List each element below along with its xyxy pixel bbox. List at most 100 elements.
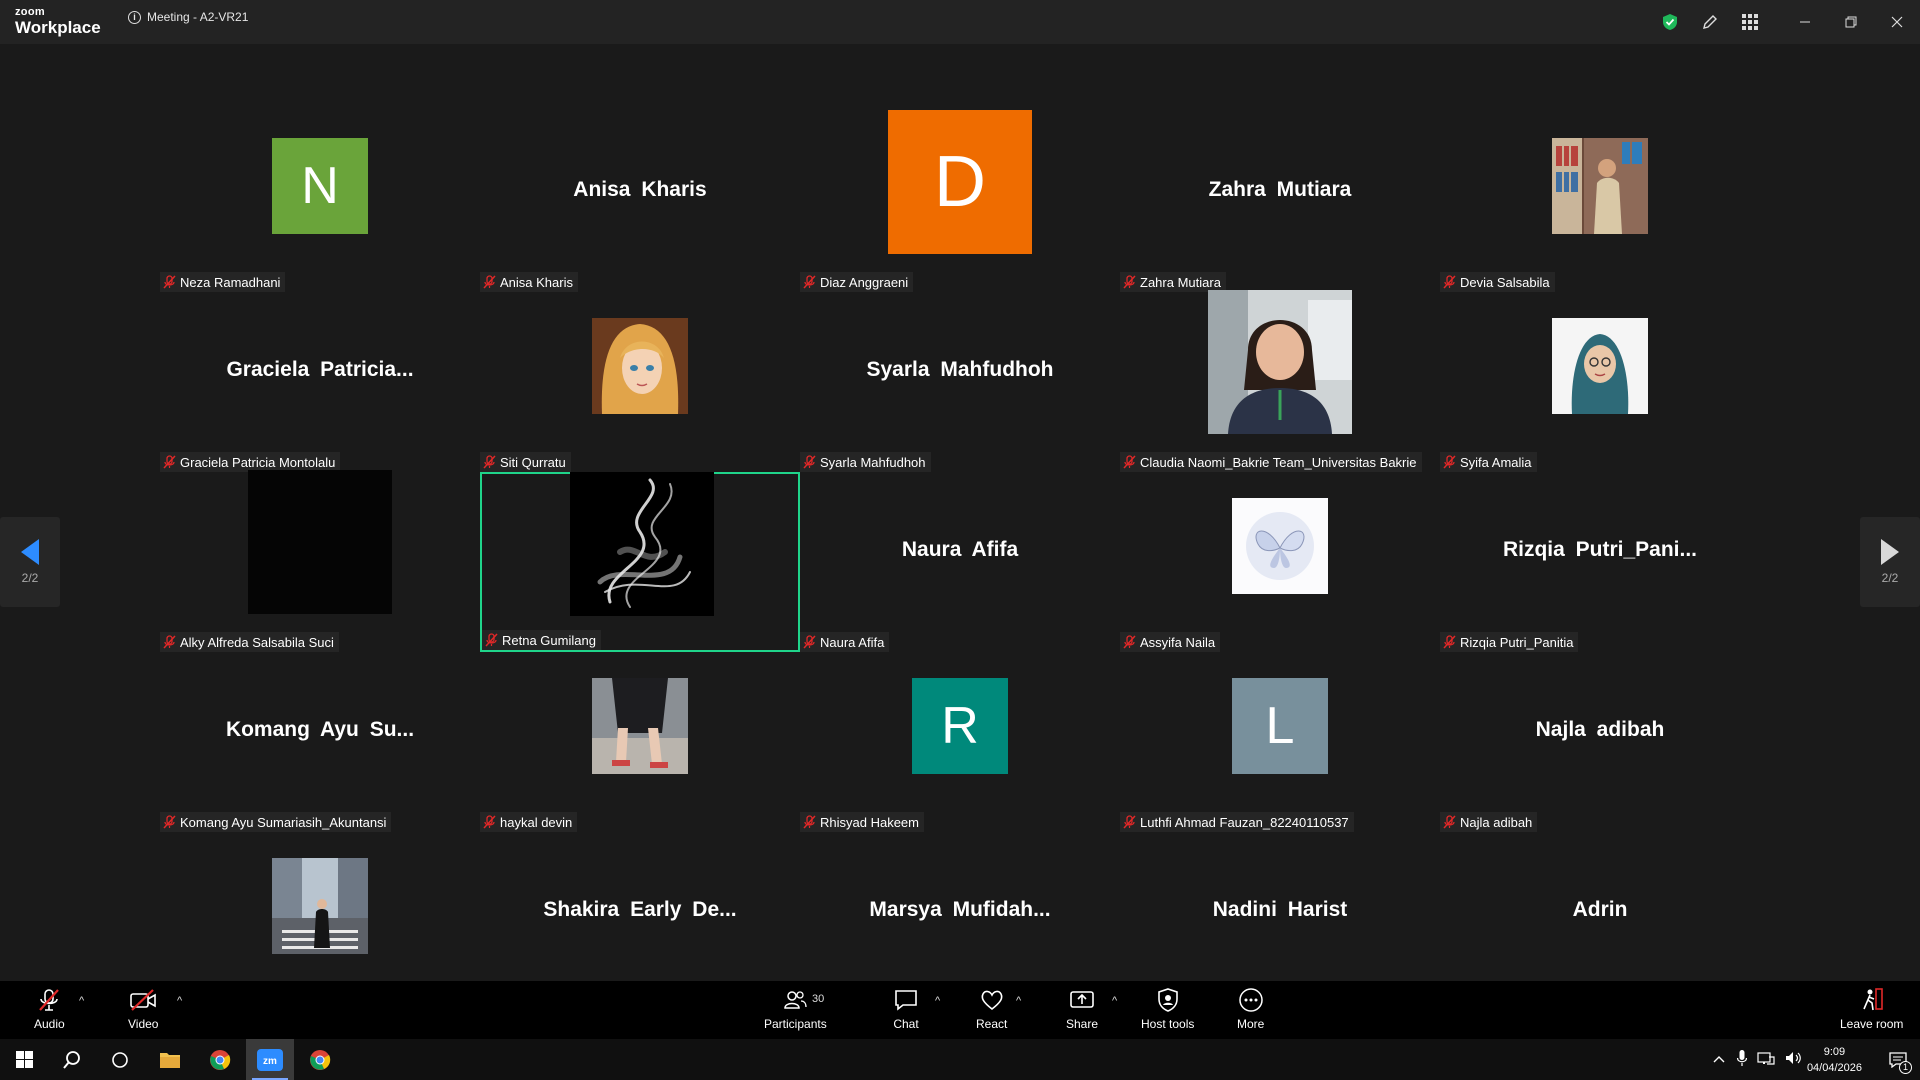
notification-count: 1 <box>1899 1061 1912 1074</box>
chat-icon <box>895 990 917 1011</box>
participant-name: Syarla Mahfudhoh <box>820 454 926 470</box>
previous-page-button[interactable]: 2/2 <box>0 517 60 607</box>
meeting-title: Meeting - A2-VR21 <box>147 10 249 24</box>
participant-display-name: Adrin <box>1572 898 1628 921</box>
participant-name: Rizqia Putri_Panitia <box>1460 634 1574 650</box>
participant-tile[interactable]: L Luthfi Ahmad Fauzan_82240110537 <box>1120 652 1440 832</box>
participant-tile[interactable]: N Neza Ramadhani <box>160 112 480 292</box>
participant-tile[interactable]: Rizqia Putri_Pani... Rizqia Putri_Panitia <box>1440 472 1760 652</box>
title-bar: zoom Workplace i Meeting - A2-VR21 <box>0 0 1920 44</box>
zoom-taskbar-icon[interactable]: zm <box>246 1039 294 1080</box>
participant-tile[interactable]: Syarla Mahfudhoh Syarla Mahfudhoh <box>800 292 1120 472</box>
restore-button[interactable] <box>1828 0 1874 44</box>
heart-icon <box>981 990 1003 1011</box>
participant-tile[interactable]: Retna Gumilang <box>480 472 800 652</box>
next-page-button[interactable]: 2/2 <box>1860 517 1920 607</box>
participant-photo <box>592 678 688 774</box>
file-explorer-icon[interactable] <box>146 1039 194 1080</box>
participant-photo <box>1552 138 1648 234</box>
search-icon[interactable] <box>48 1039 96 1080</box>
participant-tile[interactable]: Anisa Kharis Anisa Kharis <box>480 112 800 292</box>
host-tools-button[interactable]: Host tools <box>1141 987 1194 1031</box>
more-icon <box>1238 988 1263 1012</box>
microphone-icon[interactable] <box>1736 1050 1748 1069</box>
participant-name: Neza Ramadhani <box>180 274 281 290</box>
participant-tile[interactable]: Zahra Mutiara Zahra Mutiara <box>1120 112 1440 292</box>
minimize-button[interactable] <box>1782 0 1828 44</box>
participant-tile[interactable]: Komang Ayu Su... Komang Ayu Sumariasih_Ak… <box>160 652 480 832</box>
participant-name-tag: Rhisyad Hakeem <box>800 812 924 832</box>
participant-tile[interactable]: Graciela Patricia... Graciela Patricia Mo… <box>160 292 480 472</box>
participant-tile[interactable]: Claudia Naomi_Bakrie Team_Universitas Ba… <box>1120 290 1440 472</box>
task-view-icon[interactable] <box>96 1039 144 1080</box>
participant-display-name: Graciela Patricia... <box>226 358 414 381</box>
info-icon[interactable]: i <box>128 10 141 24</box>
video-button[interactable]: Video <box>128 987 158 1031</box>
share-screen-icon <box>1070 991 1094 1008</box>
participant-name-tag: Rizqia Putri_Panitia <box>1440 632 1579 652</box>
participant-name-tag: haykal devin <box>480 812 578 832</box>
participant-tile[interactable]: Najla adibah Najla adibah <box>1440 652 1760 832</box>
participant-tile[interactable]: haykal devin <box>480 652 800 832</box>
mic-muted-icon <box>1123 815 1136 829</box>
participant-tile[interactable]: Assyifa Naila <box>1120 472 1440 652</box>
network-icon[interactable] <box>1757 1051 1775 1068</box>
meeting-info[interactable]: i Meeting - A2-VR21 <box>128 10 248 24</box>
leave-room-button[interactable]: Leave room <box>1840 987 1903 1031</box>
participant-name-tag: Retna Gumilang <box>482 630 601 650</box>
participant-tile[interactable]: Devia Salsabila <box>1440 112 1760 292</box>
more-button[interactable]: More <box>1237 987 1264 1031</box>
pencil-icon[interactable] <box>1690 0 1730 44</box>
participant-avatar: L <box>1232 678 1328 774</box>
shield-icon[interactable] <box>1650 0 1690 44</box>
participant-display-name: Naura Afifa <box>901 538 1019 561</box>
leave-icon <box>1862 988 1883 1011</box>
gallery-view: 2/2 2/2 N Neza Ramadhani Anisa Kharis Anisa… <box>0 44 1920 1012</box>
participant-name-tag: Luthfi Ahmad Fauzan_82240110537 <box>1120 812 1354 832</box>
participant-tile[interactable]: Naura Afifa Naura Afifa <box>800 472 1120 652</box>
participant-name-tag: Anisa Kharis <box>480 272 578 292</box>
windows-start-icon[interactable] <box>0 1039 48 1080</box>
participant-name: Komang Ayu Sumariasih_Akuntansi <box>180 814 387 830</box>
clock[interactable]: 9:09 04/04/2026 <box>1807 1044 1862 1076</box>
participant-name-tag: Siti Qurratu <box>480 452 571 472</box>
participants-count: 30 <box>812 993 825 1005</box>
video-options-caret[interactable]: ^ <box>177 995 182 1007</box>
participant-tile[interactable]: Siti Qurratu <box>480 292 800 472</box>
audio-button[interactable]: Audio <box>34 987 65 1031</box>
system-tray: 9:09 04/04/2026 1 <box>1713 1039 1920 1080</box>
chat-options-caret[interactable]: ^ <box>935 995 940 1007</box>
chrome-profile-icon[interactable] <box>296 1039 344 1080</box>
mic-muted-icon <box>163 815 176 829</box>
participant-avatar: D <box>888 110 1032 254</box>
participant-tile[interactable]: Alky Alfreda Salsabila Suci <box>160 470 480 652</box>
participant-name: Retna Gumilang <box>502 632 596 648</box>
participant-name-tag: Devia Salsabila <box>1440 272 1555 292</box>
notification-center-icon[interactable]: 1 <box>1876 1039 1920 1080</box>
audio-options-caret[interactable]: ^ <box>79 995 84 1007</box>
participant-photo <box>592 318 688 414</box>
participant-tile[interactable]: R Rhisyad Hakeem <box>800 652 1120 832</box>
show-hidden-icons-icon[interactable] <box>1713 1054 1725 1066</box>
mic-muted-icon <box>39 989 60 1011</box>
chevron-left-icon <box>21 539 39 565</box>
mic-muted-icon <box>483 455 496 469</box>
apps-grid-icon[interactable] <box>1730 0 1770 44</box>
chrome-icon[interactable] <box>196 1039 244 1080</box>
mic-muted-icon <box>483 275 496 289</box>
mic-muted-icon <box>1443 455 1456 469</box>
share-button[interactable]: Share <box>1066 987 1098 1031</box>
react-button[interactable]: React <box>976 987 1007 1031</box>
participant-photo <box>1232 498 1328 594</box>
participant-tile[interactable]: D Diaz Anggraeni <box>800 110 1120 292</box>
participant-name: Claudia Naomi_Bakrie Team_Universitas Ba… <box>1140 454 1417 470</box>
participant-name-tag: Diaz Anggraeni <box>800 272 914 292</box>
chat-button[interactable]: Chat <box>893 987 919 1031</box>
react-options-caret[interactable]: ^ <box>1016 995 1021 1007</box>
windows-taskbar: zm 9:09 04/04/2026 1 <box>0 1039 1920 1080</box>
volume-icon[interactable] <box>1785 1051 1803 1068</box>
participant-avatar: R <box>912 678 1008 774</box>
share-options-caret[interactable]: ^ <box>1112 995 1117 1007</box>
participant-tile[interactable]: Syifa Amalia <box>1440 292 1760 472</box>
close-button[interactable] <box>1874 0 1920 44</box>
